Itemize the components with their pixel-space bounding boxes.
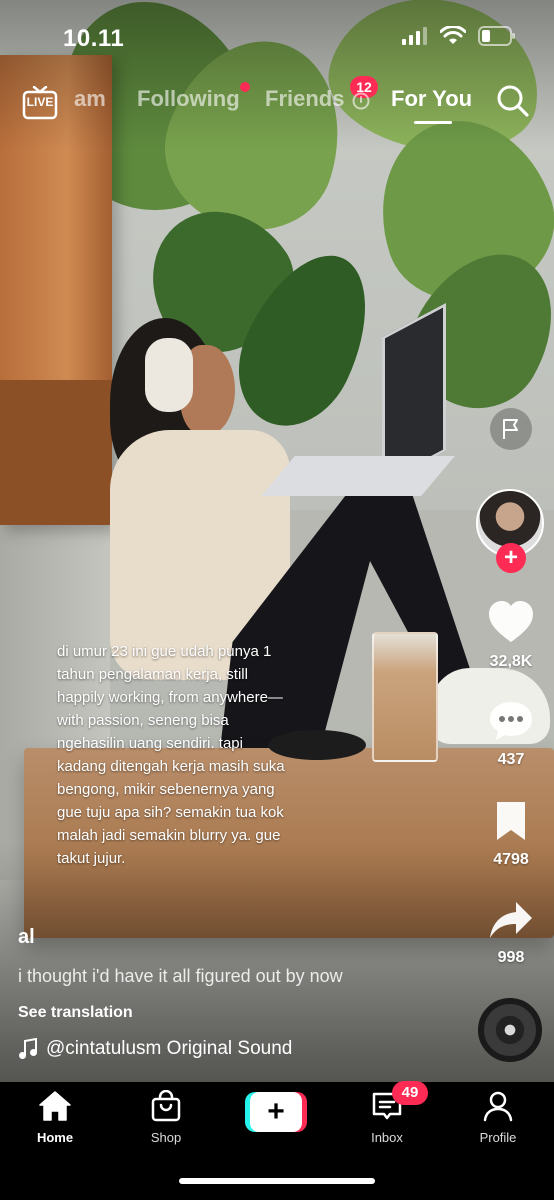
tab-profile[interactable]: Profile [453, 1090, 543, 1145]
save-count: 4798 [493, 851, 529, 868]
headphones [145, 338, 193, 412]
home-icon [39, 1091, 71, 1121]
live-label: LIVE [26, 95, 54, 109]
comment-count: 437 [497, 751, 525, 768]
create-button[interactable]: + [245, 1092, 307, 1132]
follow-button[interactable]: + [496, 543, 526, 573]
tab-friends[interactable]: Friends [265, 86, 344, 112]
post-username[interactable]: al [18, 926, 35, 949]
tab-home[interactable]: Home [10, 1090, 100, 1145]
tiktok-screen: 10.11 LIVE am Following Friends 12 For Y… [0, 0, 554, 1200]
sound-link[interactable]: @cintatulusm Original Sound [18, 1038, 292, 1060]
profile-label: Profile [479, 1130, 517, 1145]
share-button[interactable]: 998 [470, 900, 552, 967]
report-button[interactable] [490, 408, 532, 450]
comment-button[interactable]: 437 [470, 700, 552, 769]
status-bar: 10.11 [0, 0, 554, 74]
post-description: i thought i'd have it all figured out by… [18, 966, 343, 986]
like-count: 32,8K [489, 653, 533, 670]
friends-clock-icon [352, 92, 370, 110]
iced-coffee-glass [372, 632, 438, 762]
inbox-badge: 49 [392, 1081, 428, 1105]
save-button[interactable]: 4798 [470, 800, 552, 869]
live-button[interactable]: LIVE [22, 85, 58, 127]
share-arrow-icon [490, 902, 532, 938]
wifi-icon [440, 26, 466, 44]
video-caption-overlay: di umur 23 ini gue udah punya 1 tahun pe… [57, 643, 285, 867]
bookmark-icon [497, 802, 525, 840]
tab-for-you[interactable]: For You [391, 86, 472, 112]
search-button[interactable] [496, 84, 530, 123]
sound-label: @cintatulusm Original Sound [46, 1038, 293, 1059]
shopping-bag-icon [151, 1089, 181, 1122]
home-indicator[interactable] [179, 1178, 375, 1184]
shop-label: Shop [150, 1130, 182, 1145]
like-button[interactable]: 32,8K [470, 600, 552, 671]
inbox-label: Inbox [371, 1130, 403, 1145]
wooden-shelf-edge [0, 380, 112, 525]
status-time: 10.11 [63, 25, 125, 52]
battery-icon [478, 26, 515, 46]
profile-icon [483, 1091, 513, 1122]
share-count: 998 [497, 949, 525, 966]
see-translation-link[interactable]: See translation [18, 1004, 133, 1022]
tab-team[interactable]: am [74, 86, 106, 112]
status-icons [402, 26, 516, 46]
tab-following[interactable]: Following [137, 86, 240, 112]
top-nav: LIVE am Following Friends 12 For You [0, 76, 554, 130]
laptop-base [261, 456, 455, 496]
music-note-icon [19, 1038, 37, 1059]
home-label: Home [36, 1130, 74, 1145]
music-disc[interactable] [478, 998, 542, 1062]
following-notification-dot [240, 82, 250, 92]
comment-icon [490, 702, 532, 740]
signal-icon [402, 27, 427, 45]
search-icon [497, 85, 529, 117]
active-tab-indicator [414, 121, 452, 124]
heart-icon [489, 601, 533, 642]
flag-icon [503, 419, 518, 439]
create-icon: + [250, 1092, 302, 1132]
tab-shop[interactable]: Shop [121, 1089, 211, 1145]
